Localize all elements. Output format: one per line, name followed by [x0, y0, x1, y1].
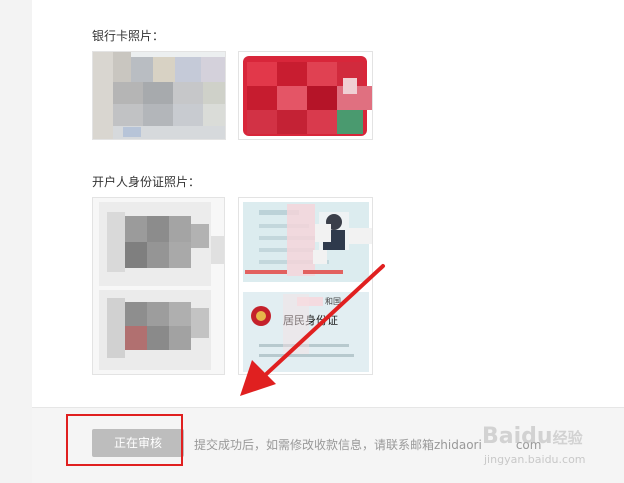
id-card-photo-1[interactable] [92, 197, 225, 375]
bank-card-photo-1[interactable] [92, 51, 226, 140]
page: 银行卡照片： 开户人身份证照片： 和国 居民身份证 正在审核 提交成功后，如需修… [0, 0, 624, 483]
bank-card-label: 银行卡照片： [92, 29, 165, 43]
baidu-watermark-suffix: 经验 [552, 429, 583, 447]
id-card-nation-text: 和国 [325, 297, 341, 306]
highlight-annotation-box [66, 414, 183, 466]
bank-card-photo-1-image [93, 52, 225, 139]
id-card-label: 开户人身份证照片： [92, 175, 201, 189]
id-card-photo-1-image [93, 198, 224, 374]
id-card-photo-2-image: 和国 居民身份证 [239, 198, 372, 374]
left-gutter [0, 0, 32, 483]
submission-notice-text: 提交成功后，如需修改收款信息，请联系邮箱zhidaori [194, 438, 482, 452]
bank-card-photo-2-image [239, 52, 372, 139]
bank-card-photo-2[interactable] [238, 51, 373, 140]
baidu-watermark-brand: Baidu [482, 424, 553, 449]
baidu-watermark: Baidu经验 [482, 424, 583, 449]
baidu-watermark-url: jingyan.baidu.com [484, 453, 586, 466]
id-card-photo-2[interactable]: 和国 居民身份证 [238, 197, 373, 375]
